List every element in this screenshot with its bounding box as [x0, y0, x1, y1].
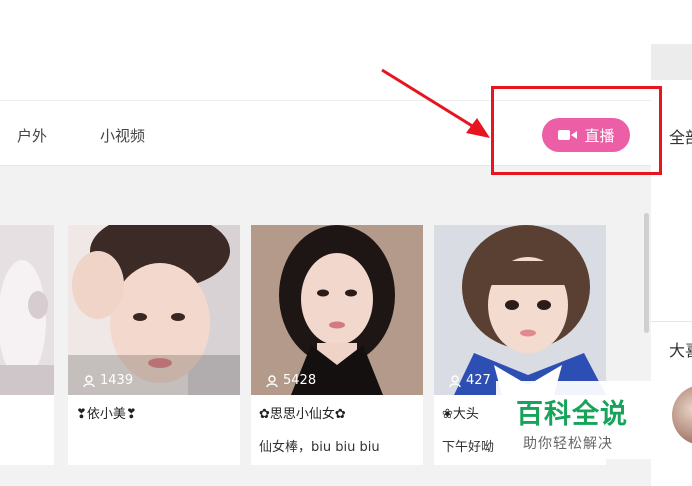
- viewer-count: 5428: [265, 373, 316, 388]
- top-right-search-box[interactable]: [651, 44, 692, 80]
- user-icon: [448, 374, 462, 388]
- watermark-title: 百科全说: [516, 399, 628, 430]
- streamer-name[interactable]: ✿思思小仙女✿: [259, 403, 346, 422]
- live-room-card[interactable]: 5428 ✿思思小仙女✿ 仙女棒，biu biu biu: [251, 225, 423, 465]
- stream-thumbnail: [251, 225, 423, 395]
- right-panel-all-label[interactable]: 全部: [669, 124, 692, 148]
- streamer-name[interactable]: ❀大头: [442, 403, 479, 422]
- annotation-arrow-icon: [381, 68, 490, 138]
- nav-item-outdoor[interactable]: 户外: [17, 125, 47, 146]
- stream-description: 仙女棒，biu biu biu: [259, 440, 380, 455]
- viewer-count: 427: [448, 373, 491, 388]
- user-icon: [265, 374, 279, 388]
- live-room-card[interactable]: 1439 ❣依小美❣: [68, 225, 240, 465]
- watermark-subtitle: 助你轻松解决: [523, 436, 613, 452]
- nav-item-small-video[interactable]: 小视频: [100, 125, 145, 146]
- streamer-name[interactable]: ❣依小美❣: [76, 403, 137, 422]
- viewer-count-value: 427: [466, 373, 491, 388]
- stream-thumbnail: [0, 225, 54, 395]
- viewer-count-value: 5428: [283, 373, 317, 388]
- viewer-count-value: 1439: [100, 373, 134, 388]
- top-bar: [0, 0, 692, 100]
- stream-thumbnail: [68, 225, 240, 395]
- right-panel-section-title: 大喜: [669, 341, 692, 360]
- viewer-count: 1439: [82, 373, 133, 388]
- user-icon: [82, 374, 96, 388]
- watermark-logo: 百科全说 助你轻松解决: [496, 381, 659, 459]
- live-room-card[interactable]: [0, 225, 54, 465]
- scrollbar[interactable]: [644, 213, 649, 333]
- highlight-annotation: [491, 86, 662, 175]
- stream-description: 下午好呦: [442, 440, 495, 455]
- stream-thumbnail: [434, 225, 606, 395]
- right-panel-divider: [651, 321, 692, 322]
